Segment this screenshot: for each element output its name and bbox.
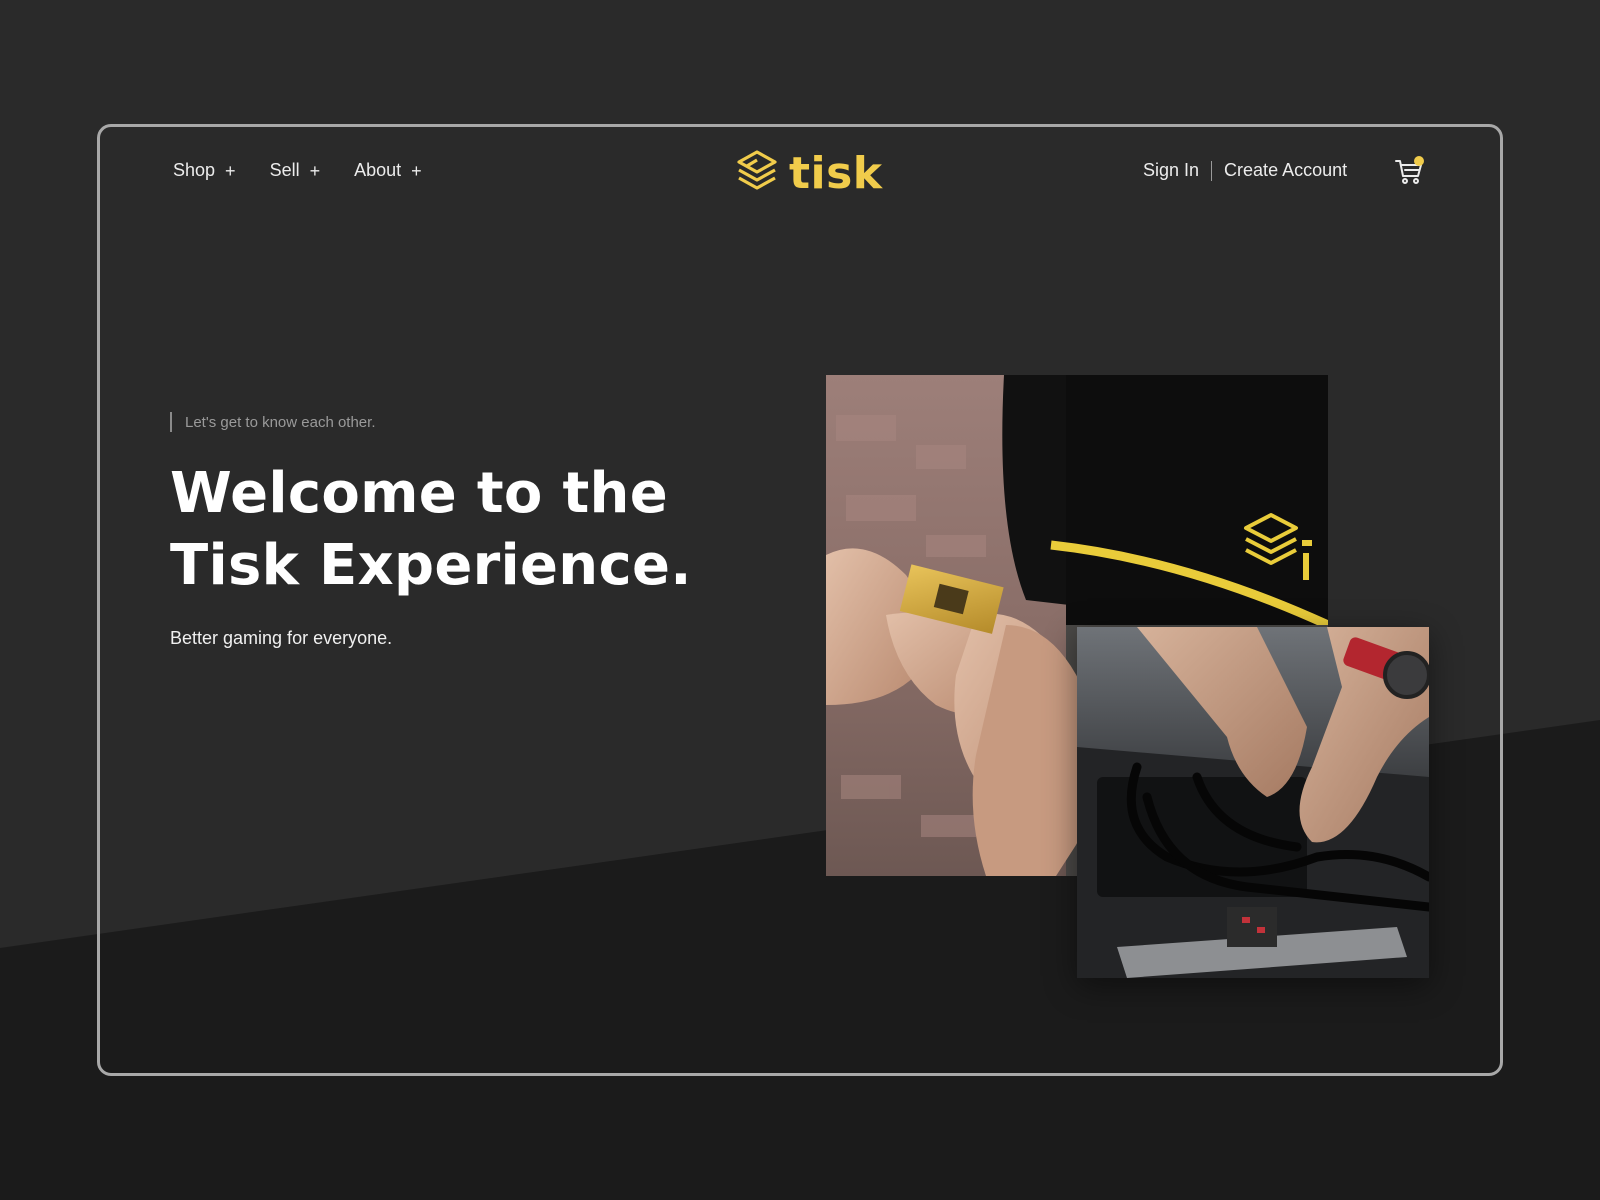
- brand-name: tisk: [789, 147, 883, 199]
- nav-item-label: Shop: [173, 160, 216, 180]
- nav-item-sell[interactable]: Sell +: [270, 160, 321, 181]
- plus-icon: +: [411, 160, 422, 181]
- divider: [1211, 160, 1213, 181]
- headline-line-1: Welcome to the: [170, 461, 669, 526]
- nav-item-label: Sell: [269, 160, 300, 180]
- brand-logo[interactable]: tisk: [733, 148, 883, 199]
- stacked-layers-icon: [733, 148, 781, 199]
- pc-build-photo: [1077, 627, 1429, 978]
- hero-subheadline: Better gaming for everyone.: [170, 628, 393, 648]
- hero-eyebrow: Let's get to know each other.: [170, 412, 376, 432]
- plus-icon: +: [225, 160, 236, 181]
- account-links: Sign In Create Account: [1143, 160, 1347, 181]
- sign-in-link[interactable]: Sign In: [1143, 160, 1199, 181]
- eyebrow-text: Let's get to know each other.: [185, 413, 376, 431]
- cart-notification-dot: [1414, 156, 1424, 166]
- headline-line-2: Tisk Experience.: [170, 533, 692, 598]
- hero-headline: Welcome to the Tisk Experience.: [170, 458, 730, 602]
- eyebrow-divider: [170, 412, 172, 432]
- nav-item-label: About: [354, 160, 402, 180]
- nav-item-shop[interactable]: Shop +: [173, 160, 236, 181]
- create-account-link[interactable]: Create Account: [1224, 160, 1347, 181]
- plus-icon: +: [309, 160, 321, 181]
- nav-menu: Shop + Sell + About +: [173, 160, 422, 181]
- nav-item-about[interactable]: About +: [354, 160, 422, 181]
- top-navigation: Shop + Sell + About + tisk Sign In Creat…: [0, 0, 1600, 200]
